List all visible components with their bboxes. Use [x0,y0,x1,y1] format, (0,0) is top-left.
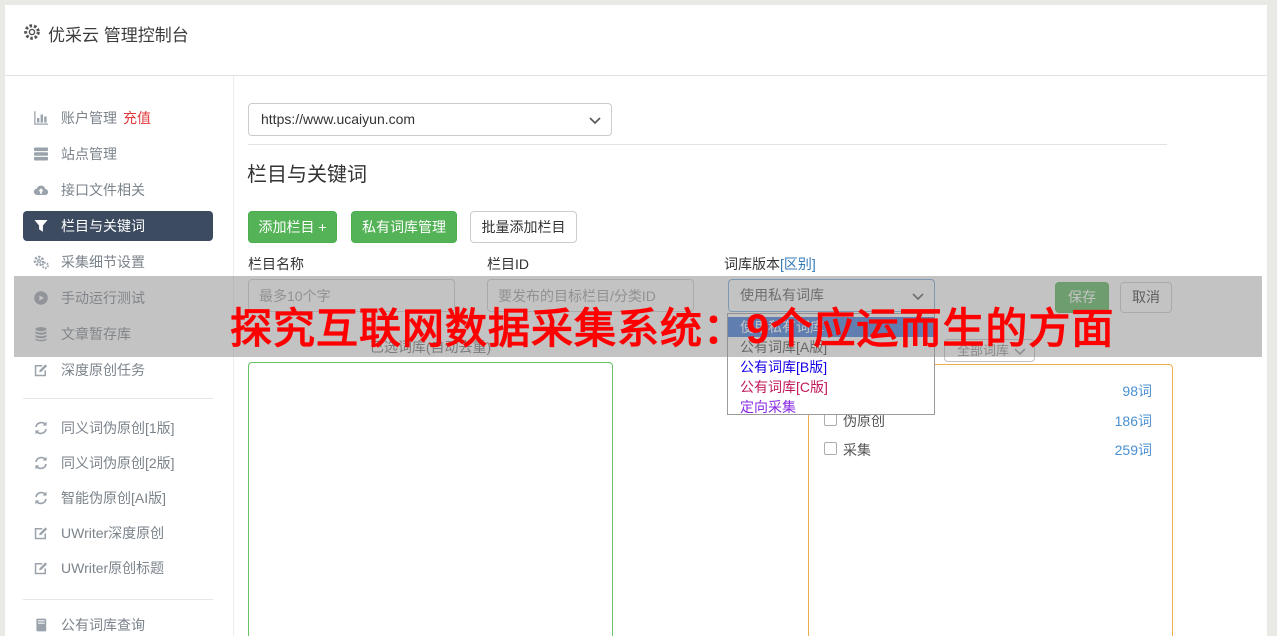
sidebar-item-label: 账户管理 [61,110,117,126]
app-header: 优采云 管理控制台 [5,5,1267,76]
sidebar-item-label: 同义词伪原创[1版] [61,420,175,436]
chevron-down-icon [589,116,601,124]
sidebar-item-ai-rewrite[interactable]: 智能伪原创[AI版] [23,483,213,513]
thesaurus-word-count: 98词 [1122,383,1152,399]
sidebar-item-label: 接口文件相关 [61,182,145,198]
refresh-icon [33,420,49,436]
refresh-icon [33,455,49,471]
private-thesaurus-button[interactable]: 私有词库管理 [351,211,457,243]
sidebar-item-label: UWriter原创标题 [61,560,165,576]
thesaurus-row-label: 采集 [843,442,871,458]
dropdown-option-public-c[interactable]: 公有词库[C版] [728,377,934,397]
sidebar-divider [23,599,213,600]
sidebar-item-label: 同义词伪原创[2版] [61,455,175,471]
sidebar-item-synonym-v2[interactable]: 同义词伪原创[2版] [23,448,213,478]
column-name-label: 栏目名称 [248,256,304,272]
app-title: 优采云 管理控制台 [48,26,189,45]
sidebar-item-label: 栏目与关键词 [61,218,145,234]
watermark-headline: 探究互联网数据采集系统：9个应运而生的方面 [230,305,1115,352]
book-icon [33,617,49,633]
edit-icon [33,525,49,541]
dropdown-option-public-b[interactable]: 公有词库[B版] [728,357,934,377]
column-id-label: 栏目ID [487,256,529,272]
sidebar-divider [23,398,213,399]
thesaurus-row: 采集 259词 [809,438,1172,462]
sidebar-item-public-thesaurus-query[interactable]: 公有词库查询 [23,610,213,636]
refresh-icon [33,490,49,506]
sidebar-item-sites[interactable]: 站点管理 [23,139,213,169]
checkbox[interactable] [824,442,837,455]
sidebar-item-uwriter-deep[interactable]: UWriter深度原创 [23,518,213,548]
site-select-value: https://www.ucaiyun.com [261,111,416,127]
selected-thesaurus-box [248,362,613,636]
page: 优采云 管理控制台 账户管理 充值 站点管理 接口文件相关 栏目与关键词 采集细… [0,0,1277,636]
sidebar-item-collect-settings[interactable]: 采集细节设置 [23,247,213,277]
sidebar-item-interface-files[interactable]: 接口文件相关 [23,175,213,205]
edit-icon [33,560,49,576]
dropdown-option-targeted[interactable]: 定向采集 [728,397,934,417]
sidebar-item-columns-keywords[interactable]: 栏目与关键词 [23,211,213,241]
recharge-link[interactable]: 充值 [123,110,151,126]
sidebar-item-label: UWriter深度原创 [61,525,165,541]
site-select[interactable]: https://www.ucaiyun.com [248,103,612,136]
gears-icon [33,254,49,270]
sidebar-item-label: 智能伪原创[AI版] [61,490,167,506]
sidebar-item-label: 站点管理 [61,146,117,162]
bar-chart-icon [33,110,49,126]
version-label: 词库版本[区别] [724,256,816,272]
version-diff-link[interactable]: [区别] [780,256,816,272]
sidebar-item-label: 深度原创任务 [61,362,145,378]
thesaurus-word-count: 186词 [1114,413,1152,429]
sidebar-item-label: 采集细节设置 [61,254,145,270]
sidebar-item-synonym-v1[interactable]: 同义词伪原创[1版] [23,413,213,443]
thesaurus-word-count: 259词 [1114,442,1152,458]
gear-icon [22,22,42,42]
edit-icon [33,362,49,378]
add-column-button[interactable]: 添加栏目 + [248,211,337,243]
divider [248,144,1167,145]
sidebar-item-label: 公有词库查询 [61,617,145,633]
sidebar-item-uwriter-title[interactable]: UWriter原创标题 [23,553,213,583]
sidebar-item-deep-original-task[interactable]: 深度原创任务 [23,355,213,385]
batch-add-button[interactable]: 批量添加栏目 [470,211,577,243]
server-icon [33,146,49,162]
sidebar-item-account[interactable]: 账户管理 充值 [23,103,213,133]
cloud-upload-icon [33,182,49,198]
page-title: 栏目与关键词 [247,164,367,186]
funnel-icon [33,218,49,234]
